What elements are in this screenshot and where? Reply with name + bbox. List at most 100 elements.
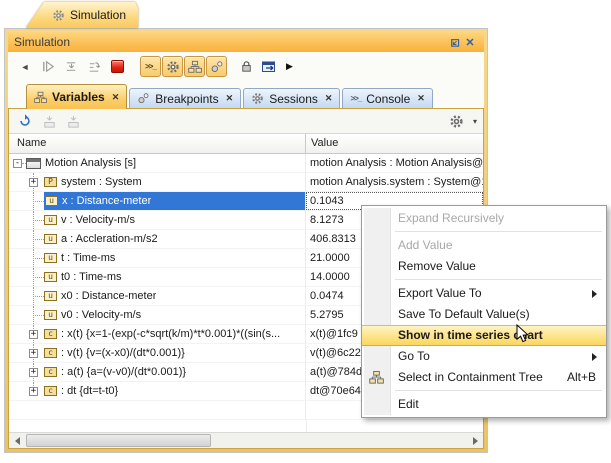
expand-expander[interactable]: + [29,368,38,377]
selection-highlight: u x : Distance-meter [44,192,305,210]
scroll-left-button[interactable] [9,433,25,448]
variables-toolbar: ▾ [9,109,483,134]
panel-title: Simulation [14,35,446,49]
table-row[interactable]: + P system : System motion Analysis.syst… [9,173,483,192]
row-name: : a(t) {a=(v-v0)/(dt*0.001)} [61,366,186,378]
row-name: v0 : Velocity-m/s [61,309,141,321]
instance-icon [26,158,41,169]
toolbar-overflow-button[interactable]: ▶ [286,61,293,72]
menu-item-select-in-containment-tree[interactable]: Select in Containment Tree Alt+B [362,367,606,388]
tab-label: Variables [52,90,105,104]
save-value-button [39,111,59,131]
context-menu: Expand Recursively Add Value Remove Valu… [361,205,607,418]
menu-shortcut: Alt+B [567,367,596,388]
refresh-button[interactable] [15,111,35,131]
dropdown-caret-icon[interactable]: ▾ [473,117,477,126]
expand-expander[interactable]: + [29,387,38,396]
menu-item-export-value-to[interactable]: Export Value To [362,283,606,304]
breakpoints-pane-toggle-button[interactable] [206,56,227,77]
tab-close-icon[interactable]: ✕ [325,93,333,104]
row-name: x : Distance-meter [62,195,151,207]
collapse-left-button[interactable]: ◄ [15,57,35,77]
stop-button[interactable] [107,57,127,77]
part-icon: P [44,177,57,187]
console-pane-toggle-button[interactable]: >>_ [140,56,161,77]
lock-icon [239,59,254,74]
tab-label: Console [366,92,410,106]
menu-item-edit[interactable]: Edit [362,394,606,415]
tab-label: Breakpoints [155,92,218,106]
row-name: t : Time-ms [61,252,115,264]
tab-breakpoints[interactable]: Breakpoints ✕ [129,88,241,108]
constraint-icon: c [44,329,57,339]
gear-icon [449,114,464,129]
tab-close-icon[interactable]: ✕ [226,93,234,104]
tab-console[interactable]: >>_ Console ✕ [342,88,432,108]
menu-item-show-in-time-series-chart[interactable]: Show in time series chart [362,325,606,346]
scrollbar-thumb[interactable] [26,434,211,447]
value-icon: u [44,234,57,244]
grid-header: Name Value [9,134,483,154]
settings-gear-button[interactable] [447,111,467,131]
row-name: a : Accleration-m/s2 [61,233,158,245]
value-icon: u [44,215,57,225]
column-header-name[interactable]: Name [9,134,306,153]
pane-tabstrip: Variables ✕ Breakpoints ✕ Sessions ✕ >>_… [8,81,484,108]
scroll-right-icon [473,437,478,445]
horizontal-scrollbar[interactable] [9,432,483,448]
menu-item-go-to[interactable]: Go To [362,346,606,367]
menu-item-remove-value[interactable]: Remove Value [362,256,606,277]
simulation-toolbar: ◄ >>_ [8,52,484,81]
containment-tree-icon [369,370,384,385]
open-in-new-window-button[interactable] [259,57,279,77]
save-value-icon [42,114,57,129]
table-row[interactable]: - Motion Analysis [s] motion Analysis : … [9,154,483,173]
step-over-button[interactable] [84,57,104,77]
submenu-arrow-icon [592,353,597,361]
screenshot-root: Simulation Simulation ✕ ◄ [0,0,611,463]
breakpoints-icon [137,92,150,105]
close-panel-icon[interactable]: ✕ [462,34,478,50]
row-name: : v(t) {v=(x-x0)/(dt*0.001)} [61,347,185,359]
expand-expander[interactable]: + [29,349,38,358]
run-button[interactable] [38,57,58,77]
lock-button[interactable] [236,57,256,77]
stop-icon [111,60,124,73]
sessions-gear-icon [251,92,264,105]
row-name: : dt {dt=t-t0} [61,385,118,397]
tab-close-icon[interactable]: ✕ [417,93,425,104]
tree-icon [188,60,202,74]
collapse-expander[interactable]: - [13,159,22,168]
constraint-icon: c [44,367,57,377]
mouse-cursor [516,324,529,343]
column-header-value[interactable]: Value [306,134,483,153]
float-window-icon[interactable] [446,34,462,50]
menu-separator [395,279,602,280]
menu-separator [395,231,602,232]
run-icon [41,59,56,74]
tab-close-icon[interactable]: ✕ [112,92,120,103]
load-value-icon [66,114,81,129]
row-name: : x(t) {x=1-(exp(-c*sqrt(k/m)*t*0.001)*(… [61,328,280,340]
breakpoints-icon [210,60,224,74]
row-name: v : Velocity-m/s [61,214,135,226]
menu-item-save-to-default-values[interactable]: Save To Default Value(s) [362,304,606,325]
window-arrow-icon [261,59,277,75]
constraint-icon: c [44,348,57,358]
scroll-right-button[interactable] [467,433,483,448]
variables-pane-toggle-button[interactable] [184,56,205,77]
tab-sessions[interactable]: Sessions ✕ [243,88,340,108]
window-tab-label: Simulation [70,8,126,22]
sessions-pane-toggle-button[interactable] [162,56,183,77]
expand-expander[interactable]: + [29,178,38,187]
menu-separator [395,390,602,391]
value-icon: u [45,196,58,206]
scroll-left-icon [15,437,20,445]
gear-icon [52,9,65,22]
refresh-icon [18,114,32,128]
step-into-button[interactable] [61,57,81,77]
window-tab-simulation[interactable]: Simulation [26,2,138,28]
tab-variables[interactable]: Variables ✕ [26,84,127,109]
gear-icon [166,60,180,74]
expand-expander[interactable]: + [29,330,38,339]
